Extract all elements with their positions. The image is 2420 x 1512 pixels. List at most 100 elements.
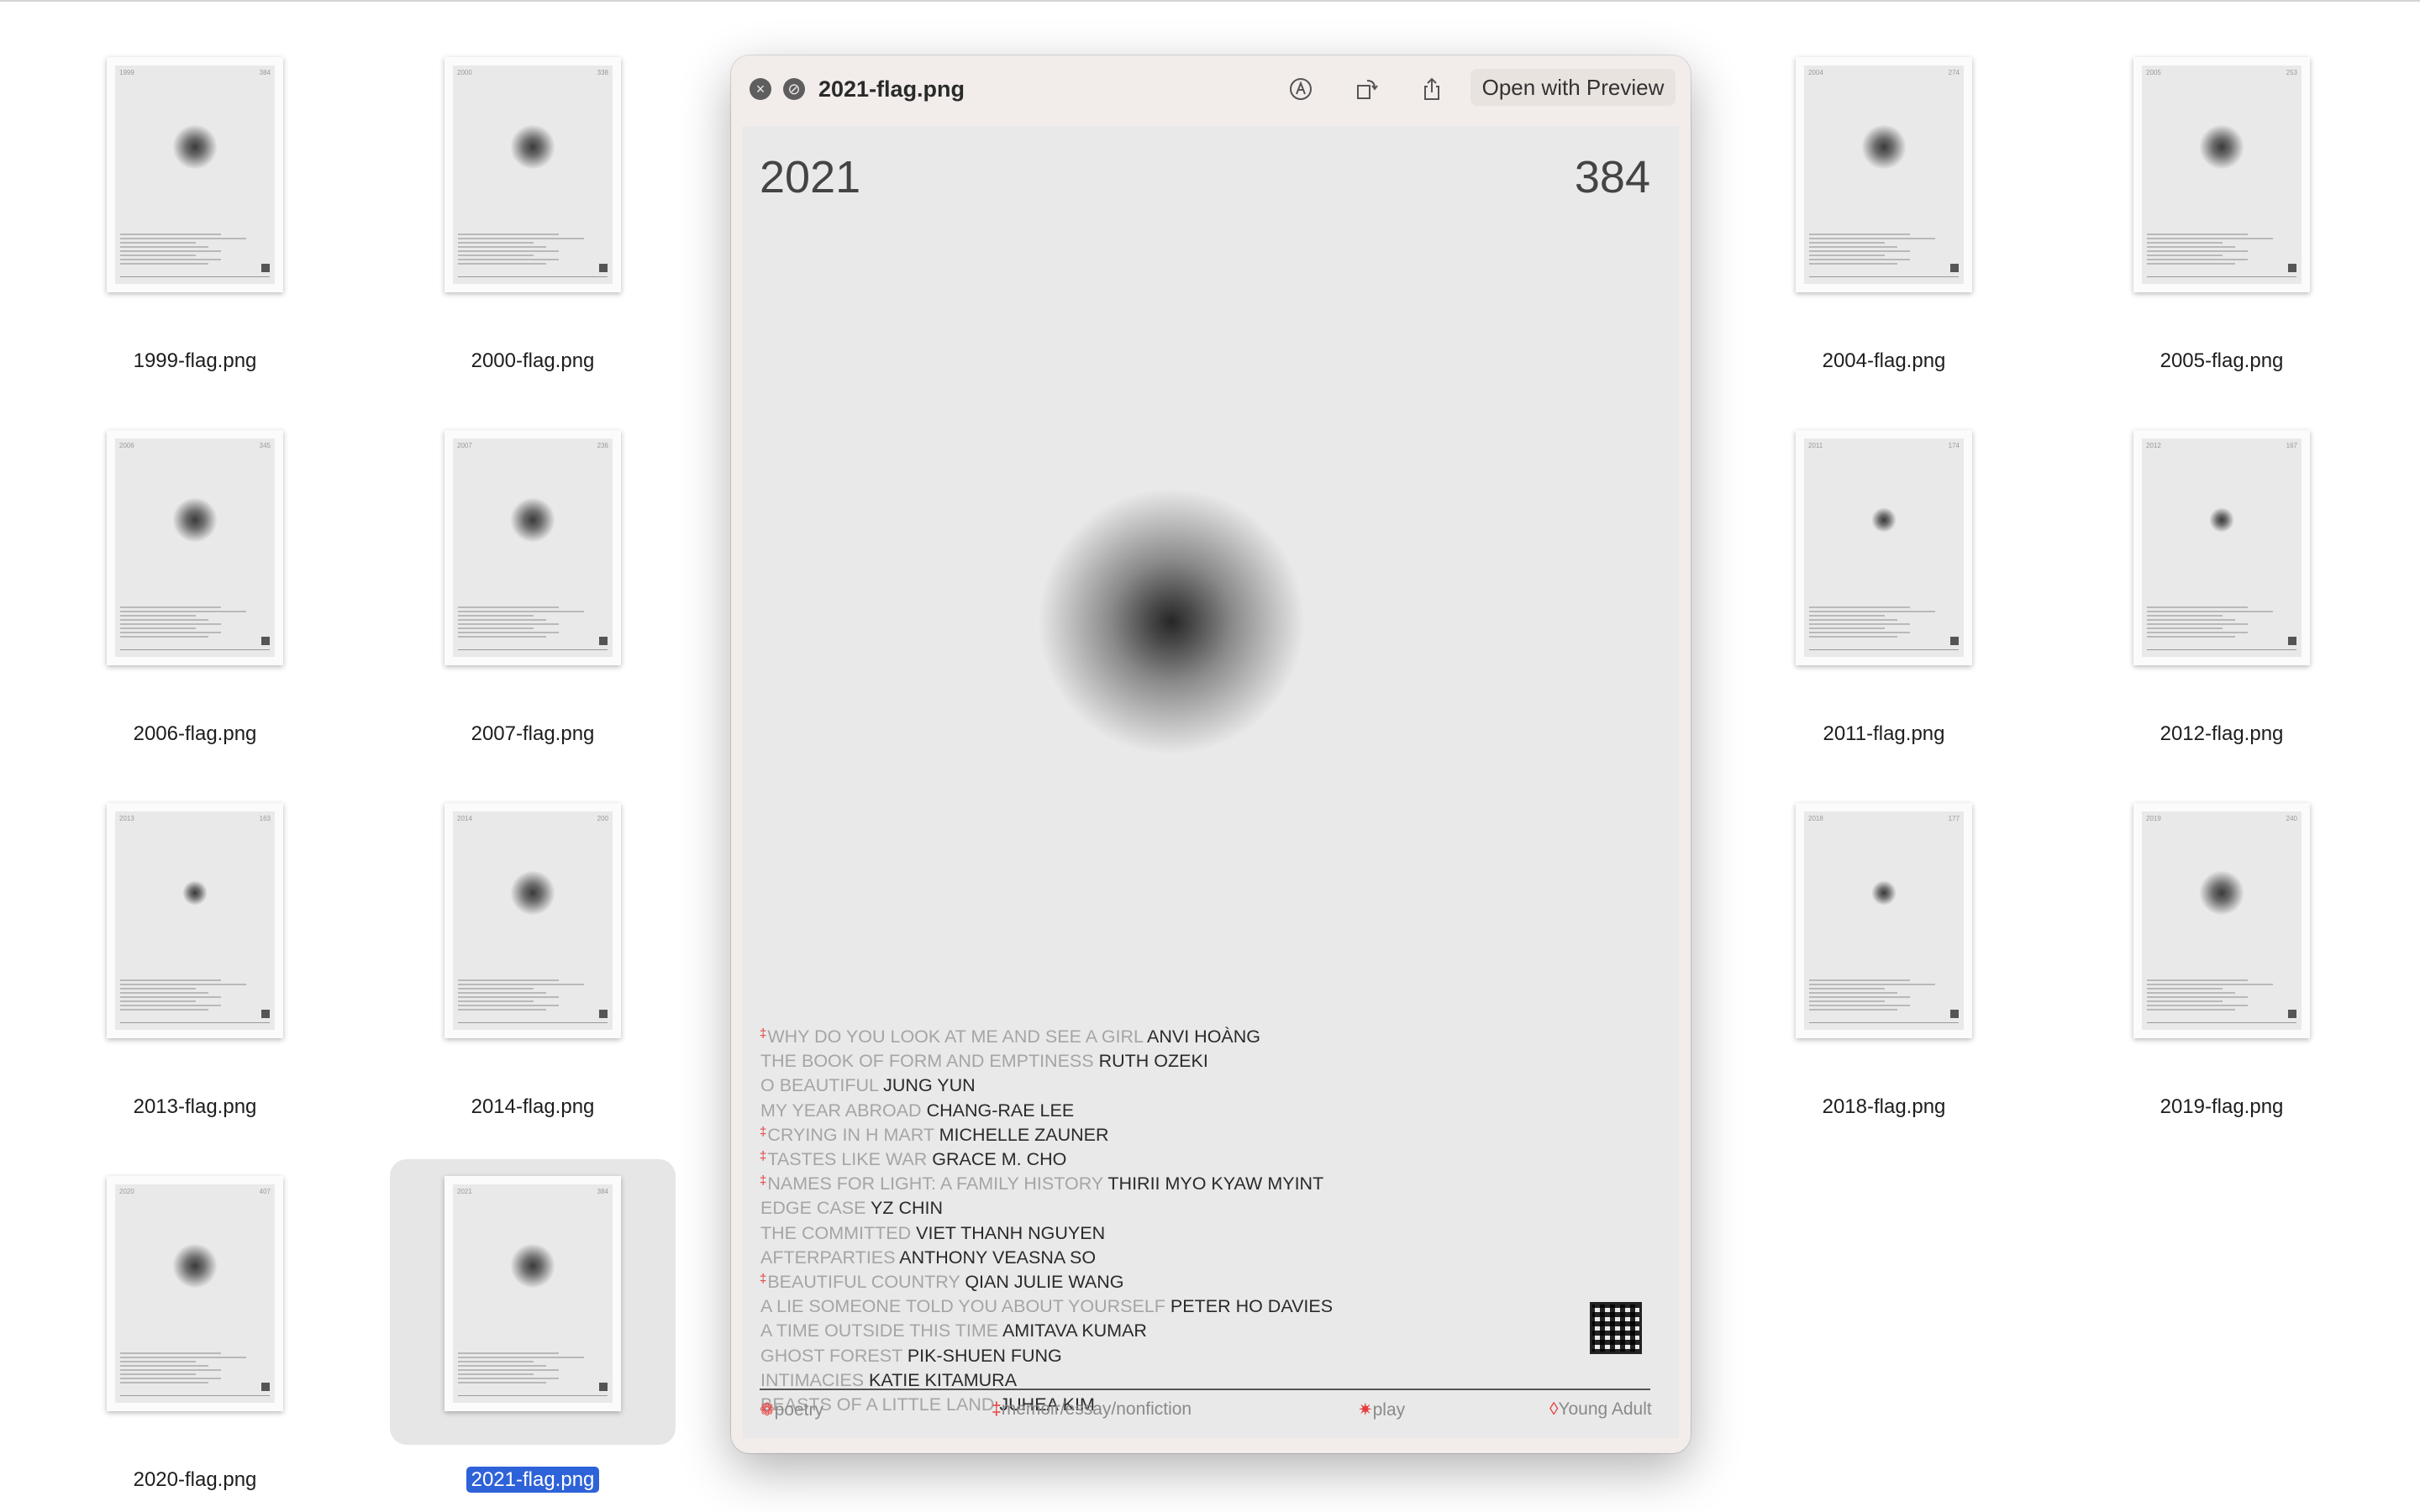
thumb-rule xyxy=(1809,649,1959,650)
file-thumbnail-frame: 2013 163 xyxy=(52,786,338,1072)
thumb-year: 2013 xyxy=(119,815,134,822)
thumb-dot xyxy=(172,1243,218,1289)
file-item[interactable]: 2014 200 2014-flag.png xyxy=(390,786,676,1118)
poster-count: 384 xyxy=(1574,152,1650,202)
file-item[interactable]: 2021 384 2021-flag.png xyxy=(390,1159,676,1493)
thumb-text-line xyxy=(458,1000,534,1002)
thumb-poster: 2012 167 xyxy=(2142,438,2302,657)
file-thumbnail: 2005 253 xyxy=(2133,57,2310,292)
thumb-text-line xyxy=(2147,246,2235,248)
file-item[interactable]: 2018 177 2018-flag.png xyxy=(1741,786,2027,1118)
file-item[interactable]: 1999 384 1999-flag.png xyxy=(52,40,338,372)
file-thumbnail-frame: 2020 407 xyxy=(52,1159,338,1445)
file-name[interactable]: 2000-flag.png xyxy=(390,349,676,374)
thumb-text-line xyxy=(2147,234,2248,235)
thumb-poster: 2000 338 xyxy=(453,66,613,284)
thumb-text-line xyxy=(120,1361,196,1362)
thumb-rule xyxy=(458,1022,608,1023)
file-item[interactable]: 2013 163 2013-flag.png xyxy=(52,786,338,1118)
file-name[interactable]: 2021-flag.png xyxy=(390,1467,676,1493)
book-title: THE BOOK OF FORM AND EMPTINESS xyxy=(760,1051,1094,1072)
file-item[interactable]: 2019 240 2019-flag.png xyxy=(2079,786,2365,1118)
thumb-text-line xyxy=(458,1357,584,1358)
close-icon[interactable]: × xyxy=(750,78,771,100)
book-title: CRYING IN H MART xyxy=(767,1124,934,1145)
thumb-text-lines xyxy=(120,606,246,640)
file-thumbnail: 2020 407 xyxy=(107,1176,283,1411)
thumb-dot xyxy=(172,124,218,170)
file-name[interactable]: 2014-flag.png xyxy=(390,1095,676,1120)
thumb-text-lines xyxy=(2147,606,2273,640)
share-icon[interactable] xyxy=(1413,72,1450,106)
thumb-poster: 2020 407 xyxy=(115,1184,275,1403)
markup-icon[interactable] xyxy=(1282,72,1319,106)
thumb-text-line xyxy=(120,1009,208,1011)
file-name[interactable]: 2005-flag.png xyxy=(2079,349,2365,374)
file-item[interactable]: 2006 345 2006-flag.png xyxy=(52,413,338,745)
thumb-qr-icon xyxy=(599,1383,608,1391)
thumb-text-line xyxy=(120,996,221,998)
category-marker: ‡ xyxy=(760,1026,767,1041)
thumb-text-line xyxy=(458,611,584,612)
file-item[interactable]: 2012 167 2012-flag.png xyxy=(2079,413,2365,745)
thumb-text-line xyxy=(2147,627,2223,629)
file-name[interactable]: 2004-flag.png xyxy=(1741,349,2027,374)
thumb-count: 253 xyxy=(2286,69,2297,76)
thumb-text-line xyxy=(2147,255,2223,256)
file-item[interactable]: 2011 174 2011-flag.png xyxy=(1741,413,2027,745)
file-item[interactable]: 2005 253 2005-flag.png xyxy=(2079,40,2365,372)
file-item[interactable]: 2004 274 2004-flag.png xyxy=(1741,40,2027,372)
file-name[interactable]: 2013-flag.png xyxy=(52,1095,338,1120)
file-item[interactable]: 2020 407 2020-flag.png xyxy=(52,1159,338,1491)
file-item[interactable]: 2007 236 2007-flag.png xyxy=(390,413,676,745)
thumb-count: 338 xyxy=(597,69,608,76)
file-name[interactable]: 2007-flag.png xyxy=(390,722,676,747)
file-name[interactable]: 2006-flag.png xyxy=(52,722,338,747)
book-author: JUNG YUN xyxy=(883,1075,976,1096)
thumb-year: 2020 xyxy=(119,1188,134,1195)
thumb-text-line xyxy=(120,234,221,235)
thumb-rule xyxy=(120,1022,270,1023)
file-thumbnail-frame: 2004 274 xyxy=(1741,40,2027,326)
thumb-poster: 2014 200 xyxy=(453,811,613,1030)
thumb-text-line xyxy=(2147,988,2223,990)
block-icon[interactable]: ⊘ xyxy=(783,78,805,100)
thumb-text-line xyxy=(458,1373,534,1375)
thumb-text-line xyxy=(120,636,208,638)
thumb-poster: 2019 240 xyxy=(2142,811,2302,1030)
thumb-text-line xyxy=(120,1378,221,1379)
thumb-text-line xyxy=(2147,1005,2248,1006)
category-marker: ‡ xyxy=(760,1124,767,1139)
file-thumbnail: 2011 174 xyxy=(1796,430,1972,665)
thumb-poster: 1999 384 xyxy=(115,66,275,284)
thumb-year: 2005 xyxy=(2146,69,2161,76)
thumb-poster: 2005 253 xyxy=(2142,66,2302,284)
thumb-year: 2021 xyxy=(457,1188,472,1195)
rotate-icon[interactable] xyxy=(1348,72,1385,106)
file-name[interactable]: 2019-flag.png xyxy=(2079,1095,2365,1120)
thumb-count: 274 xyxy=(1948,69,1960,76)
thumb-text-line xyxy=(458,1352,559,1354)
thumb-text-line xyxy=(120,250,221,252)
thumb-rule xyxy=(458,649,608,650)
thumb-text-line xyxy=(120,1005,221,1006)
thumb-text-line xyxy=(1809,246,1897,248)
book-author: GRACE M. CHO xyxy=(932,1149,1067,1170)
thumb-text-line xyxy=(1809,242,1885,244)
open-with-preview-button[interactable]: Open with Preview xyxy=(1470,69,1676,106)
thumb-text-line xyxy=(2147,619,2235,621)
file-name[interactable]: 2011-flag.png xyxy=(1741,722,2027,747)
thumb-text-line xyxy=(1809,611,1935,612)
file-name[interactable]: 1999-flag.png xyxy=(52,349,338,374)
thumb-text-lines xyxy=(120,234,246,267)
thumb-dot xyxy=(510,870,555,916)
thumb-text-line xyxy=(120,623,221,625)
book-title: EDGE CASE xyxy=(760,1198,866,1219)
file-name[interactable]: 2018-flag.png xyxy=(1741,1095,2027,1120)
thumb-text-line xyxy=(1809,992,1897,994)
thumb-poster: 2018 177 xyxy=(1804,811,1964,1030)
thumb-text-line xyxy=(1809,263,1897,265)
file-name[interactable]: 2020-flag.png xyxy=(52,1467,338,1493)
file-name[interactable]: 2012-flag.png xyxy=(2079,722,2365,747)
file-item[interactable]: 2000 338 2000-flag.png xyxy=(390,40,676,372)
